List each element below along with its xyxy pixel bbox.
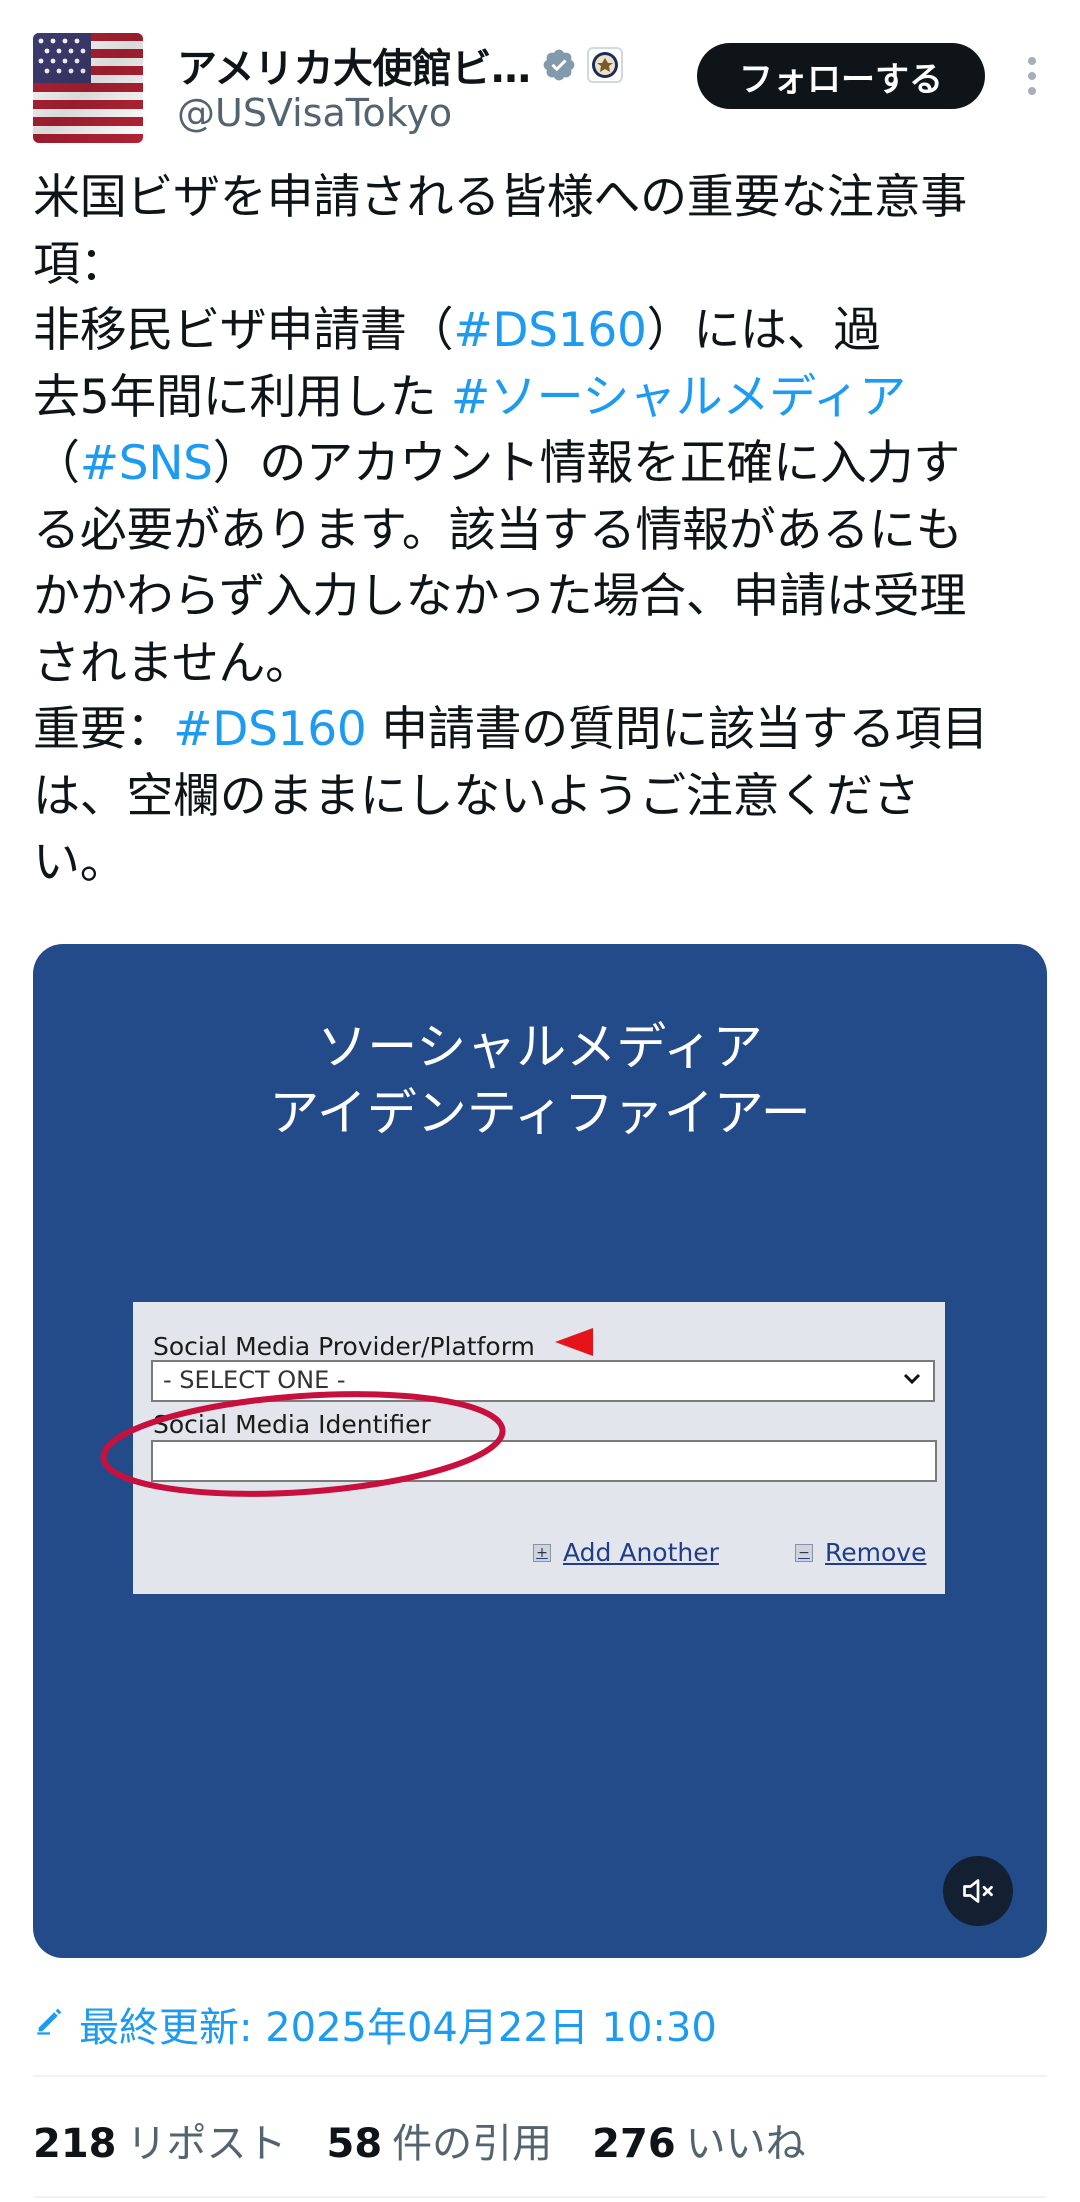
tweet-text-segment: 申請書の質問に該当する項目 xyxy=(366,702,989,757)
hashtag-link[interactable]: #DS160 xyxy=(173,702,367,757)
tweet-text-segment: は、空欄のままにしないようご注意くださ xyxy=(33,768,920,824)
stat-reposts[interactable]: 218 リポスト xyxy=(33,2111,287,2169)
tweet-text-segment: 米国ビザを申請される皆様への重要な注意事 xyxy=(33,170,967,225)
stat-label: 件の引用 xyxy=(392,2121,553,2167)
stat-count: 276 xyxy=(592,2121,676,2167)
tweet-text-segment: ）には、過 xyxy=(646,303,881,358)
tweet-text-line: 非移民ビザ申請書（#DS160）には、過 xyxy=(33,298,1053,365)
tweet-text-line: されません。 xyxy=(33,631,1053,698)
hashtag-link[interactable]: #DS160 xyxy=(453,303,647,358)
tweet-text-line: 去5年間に利用した #ソーシャルメディア xyxy=(33,365,1053,432)
tweet-text-segment: ）のアカウント情報を正確に入力す xyxy=(212,436,961,491)
chevron-down-icon xyxy=(901,1368,923,1396)
tweet-text-segment: 非移民ビザ申請書（ xyxy=(33,303,454,358)
plus-icon: + xyxy=(533,1543,551,1562)
tweet-text-segment: 項： xyxy=(33,236,127,292)
divider xyxy=(33,2075,1047,2077)
tweet-text-segment: されません。 xyxy=(33,635,312,691)
tweet-text-line: い。 xyxy=(33,830,1053,897)
last-updated-text: 最終更新: 2025年04月22日 10:30 xyxy=(79,2005,717,2051)
tweet-text-line: は、空欄のままにしないようご注意くださ xyxy=(33,764,1053,831)
follow-button[interactable]: フォローする xyxy=(697,43,985,109)
add-another-label: Add Another xyxy=(563,1538,719,1567)
red-arrow-icon xyxy=(555,1328,593,1356)
add-another-link[interactable]: + Add Another xyxy=(533,1538,719,1567)
tweet-text-line: る必要があります。該当する情報があるにも xyxy=(33,498,1053,565)
highlight-ellipse xyxy=(100,1391,506,1497)
account-handle[interactable]: @USVisaTokyo xyxy=(177,91,452,135)
tweet-text-segment: る必要があります。該当する情報があるにも xyxy=(33,502,963,558)
hashtag-link[interactable]: #ソーシャルメディア xyxy=(451,370,906,425)
tweet-text-segment: かかわらず入力しなかった場合、申請は受理 xyxy=(33,569,967,624)
tweet-text-line: （#SNS）のアカウント情報を正確に入力す xyxy=(33,431,1053,498)
stat-count: 218 xyxy=(33,2121,117,2167)
edit-pencil-icon xyxy=(33,2001,67,2047)
tweet-text-segment: 去5年間に利用した xyxy=(33,369,451,425)
avatar[interactable] xyxy=(33,33,143,143)
media-title-line2: アイデンティファイアー xyxy=(269,1084,811,1142)
hashtag-link[interactable]: #SNS xyxy=(80,436,213,491)
tweet-text-segment: い。 xyxy=(33,835,127,890)
tweet-text-line: 項： xyxy=(33,232,1053,299)
stat-label: リポスト xyxy=(126,2121,287,2167)
tweet-header: アメリカ大使館ビ… @USVisaTokyo フォローする xyxy=(33,33,1047,143)
verified-badge-icon[interactable] xyxy=(541,47,577,83)
stat-label: いいね xyxy=(685,2121,806,2167)
remove-link[interactable]: − Remove xyxy=(795,1538,926,1567)
display-name[interactable]: アメリカ大使館ビ… xyxy=(177,36,531,94)
media-title: ソーシャルメディア アイデンティファイアー xyxy=(33,1014,1047,1146)
last-updated[interactable]: 最終更新: 2025年04月22日 10:30 xyxy=(33,1998,717,2051)
media-title-line1: ソーシャルメディア xyxy=(317,1018,763,1076)
tweet-text-line: かかわらず入力しなかった場合、申請は受理 xyxy=(33,564,1053,631)
tweet-text-line: 米国ビザを申請される皆様への重要な注意事 xyxy=(33,165,1053,232)
tweet-text: 米国ビザを申請される皆様への重要な注意事 項： 非移民ビザ申請書（#DS160）には… xyxy=(33,165,1053,897)
us-flag-icon xyxy=(33,33,143,143)
media-video[interactable]: ソーシャルメディア アイデンティファイアー Social Media Provi… xyxy=(33,944,1047,1958)
minus-icon: − xyxy=(795,1543,813,1562)
tweet-text-segment: （ xyxy=(33,436,80,491)
state-department-seal-icon[interactable] xyxy=(586,47,623,83)
muted-speaker-icon[interactable] xyxy=(943,1856,1013,1926)
stat-likes[interactable]: 276 いいね xyxy=(592,2111,806,2169)
divider xyxy=(33,2196,1047,2198)
engagement-stats: 218 リポスト 58 件の引用 276 いいね xyxy=(33,2110,846,2170)
name-row: アメリカ大使館ビ… xyxy=(177,37,623,93)
stat-count: 58 xyxy=(326,2121,383,2167)
stat-quotes[interactable]: 58 件の引用 xyxy=(327,2111,553,2169)
provider-label: Social Media Provider/Platform xyxy=(153,1332,535,1361)
form-screenshot: Social Media Provider/Platform - SELECT … xyxy=(100,1302,945,1594)
tweet-text-segment: 重要： xyxy=(33,702,174,757)
remove-label: Remove xyxy=(825,1538,927,1567)
tweet-text-line: 重要：#DS160 申請書の質問に該当する項目 xyxy=(33,697,1053,764)
more-vertical-icon[interactable] xyxy=(1017,51,1047,101)
